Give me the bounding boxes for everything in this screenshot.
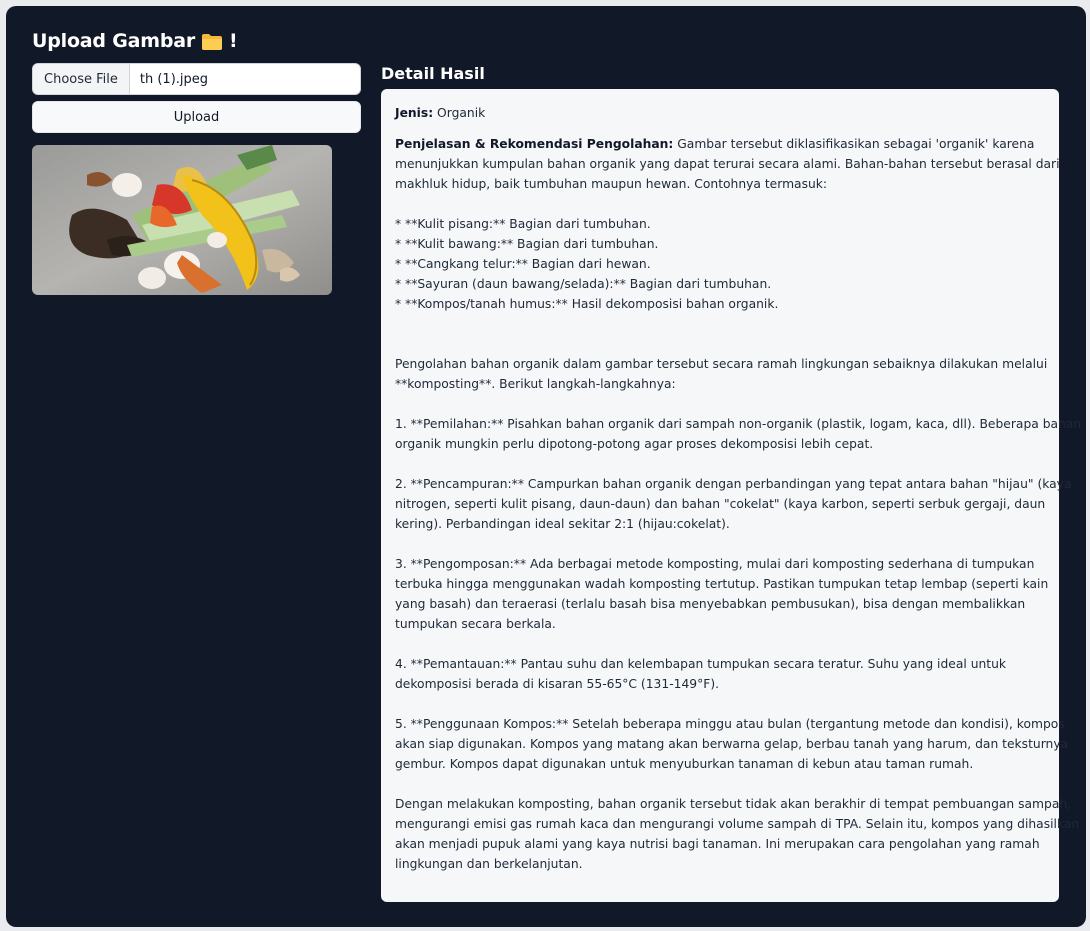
type-label: Jenis: [395, 106, 434, 120]
upload-panel: Choose File th (1).jpeg Upload [32, 63, 361, 295]
type-value: Organik [437, 106, 486, 120]
explanation-line: * **Kulit pisang:** Bagian dari tumbuhan… [395, 217, 651, 231]
explanation-label: Penjelasan & Rekomendasi Pengolahan: [395, 137, 674, 151]
explanation-line: dekomposisi berada di kisaran 55-65°C (1… [395, 677, 720, 691]
explanation-line: lingkungan dan berkelanjutan. [395, 857, 583, 871]
explanation-line: makhluk hidup, baik tumbuhan maupun hewa… [395, 177, 828, 191]
explanation-line [395, 394, 1045, 414]
explanation-line [395, 534, 1045, 554]
explanation-line: Penjelasan & Rekomendasi Pengolahan: Gam… [395, 134, 1045, 154]
explanation-line: * **Sayuran (daun bawang/selada):** Bagi… [395, 277, 772, 291]
explanation-line [395, 194, 1045, 214]
explanation-line: organik mungkin perlu dipotong-potong ag… [395, 437, 874, 451]
explanation-line [395, 314, 1045, 334]
explanation-line [395, 634, 1045, 654]
explanation-line: * **Cangkang telur:** Bagian dari hewan. [395, 257, 651, 271]
explanation-line: * **Kulit bawang:** Bagian dari tumbuhan… [395, 237, 659, 251]
explanation-line: 1. **Pemilahan:** Pisahkan bahan organik… [395, 417, 1082, 431]
explanation-line: kering). Perbandingan ideal sekitar 2:1 … [395, 517, 730, 531]
explanation-line: yang basah) dan teraerasi (terlalu basah… [395, 597, 1026, 611]
explanation-line [395, 454, 1045, 474]
file-input[interactable]: Choose File th (1).jpeg [32, 63, 361, 95]
explanation-line: Dengan melakukan komposting, bahan organ… [395, 797, 1072, 811]
folder-icon [201, 33, 223, 51]
explanation-line: 5. **Penggunaan Kompos:** Setelah bebera… [395, 717, 1065, 731]
explanation-line [395, 334, 1045, 354]
app-container: Upload Gambar ! Choose File th (1).jpeg … [6, 6, 1086, 927]
explanation-line: Pengolahan bahan organik dalam gambar te… [395, 357, 1048, 371]
uploaded-image-preview [32, 145, 332, 295]
explanation-line: 4. **Pemantauan:** Pantau suhu dan kelem… [395, 657, 1007, 671]
upload-button[interactable]: Upload [32, 101, 361, 133]
explanation-line: tumpukan secara berkala. [395, 617, 556, 631]
explanation-line: akan siap digunakan. Kompos yang matang … [395, 737, 1069, 751]
explanation-line: 2. **Pencampuran:** Campurkan bahan orga… [395, 477, 1072, 491]
page-title: Upload Gambar ! [32, 30, 238, 52]
explanation-line: * **Kompos/tanah humus:** Hasil dekompos… [395, 297, 779, 311]
choose-file-button[interactable]: Choose File [33, 64, 130, 94]
explanation-line: menunjukkan kumpulan bahan organik yang … [395, 157, 1060, 171]
page-title-suffix: ! [229, 30, 238, 52]
explanation-line [395, 774, 1045, 794]
result-type: Jenis: Organik [395, 103, 1045, 123]
selected-file-name: th (1).jpeg [139, 71, 209, 87]
explanation-text: Gambar tersebut diklasifikasikan sebagai… [673, 137, 1035, 151]
explanation-line: 3. **Pengomposan:** Ada berbagai metode … [395, 557, 1035, 571]
explanation-line: **komposting**. Berikut langkah-langkahn… [395, 377, 676, 391]
explanation-line: mengurangi emisi gas rumah kaca dan meng… [395, 817, 1080, 831]
detail-title: Detail Hasil [381, 64, 485, 83]
page-title-text: Upload Gambar [32, 30, 196, 52]
explanation-line: akan menjadi pupuk alami yang kaya nutri… [395, 837, 1040, 851]
explanation-line: nitrogen, seperti kulit pisang, daun-dau… [395, 497, 1046, 511]
explanation-line: terbuka hingga menggunakan wadah kompost… [395, 577, 1049, 591]
result-explanation: Penjelasan & Rekomendasi Pengolahan: Gam… [395, 134, 1082, 874]
explanation-line [395, 694, 1045, 714]
result-panel: Jenis: Organik Penjelasan & Rekomendasi … [381, 89, 1082, 902]
explanation-line: gembur. Kompos dapat digunakan untuk men… [395, 757, 974, 771]
